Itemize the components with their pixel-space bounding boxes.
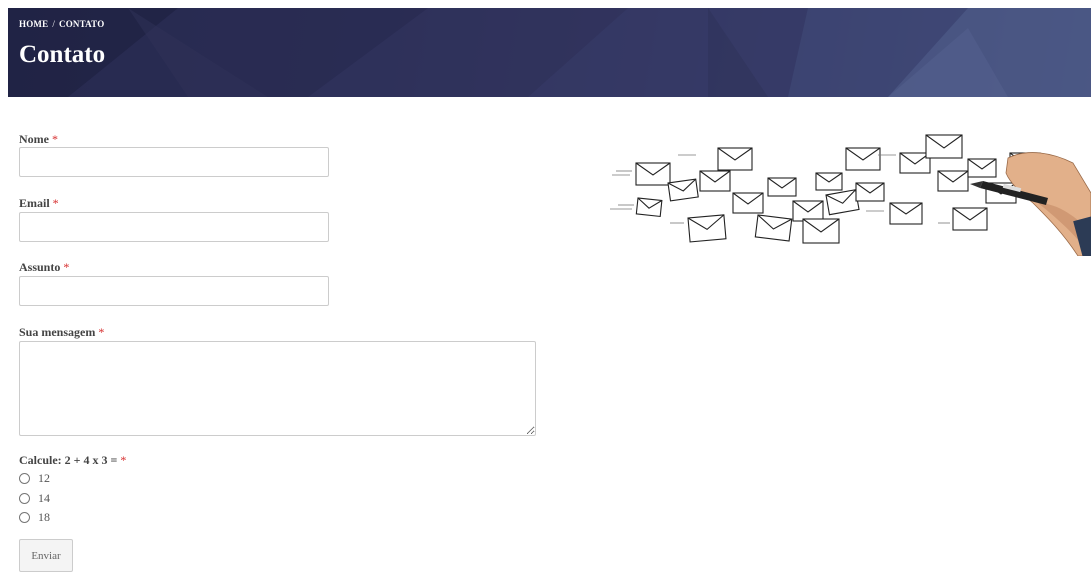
message-label: Sua mensagem *	[19, 325, 104, 340]
captcha-radio-12[interactable]	[19, 473, 30, 484]
required-mark: *	[52, 132, 58, 146]
envelope-group	[635, 134, 1041, 244]
email-label-text: Email	[19, 196, 50, 210]
page-title: Contato	[19, 41, 106, 68]
submit-button[interactable]: Enviar	[19, 539, 73, 572]
captcha-question: Calcule: 2 + 4 x 3 =	[19, 453, 118, 467]
subject-label-text: Assunto	[19, 260, 61, 274]
breadcrumb-separator: /	[52, 19, 56, 29]
message-label-text: Sua mensagem	[19, 325, 96, 339]
required-mark: *	[120, 453, 127, 467]
name-label: Nome *	[19, 132, 58, 147]
breadcrumb-home-link[interactable]: HOME	[19, 19, 48, 29]
breadcrumb-current: CONTATO	[59, 19, 105, 29]
message-textarea[interactable]	[19, 341, 536, 436]
email-input[interactable]	[19, 212, 329, 242]
contact-page: HOME / CONTATO Contato Nome * Email * Assunt…	[8, 8, 1091, 575]
name-label-text: Nome	[19, 132, 49, 146]
captcha-option-18[interactable]: 18	[19, 510, 50, 525]
page-header-banner: HOME / CONTATO Contato	[8, 8, 1091, 97]
captcha-radio-14[interactable]	[19, 493, 30, 504]
banner-background	[8, 8, 1091, 97]
email-label: Email *	[19, 196, 59, 211]
captcha-option-label: 14	[38, 491, 50, 505]
subject-label: Assunto *	[19, 260, 69, 275]
captcha-option-label: 12	[38, 471, 50, 485]
breadcrumb: HOME / CONTATO	[19, 19, 104, 29]
captcha-option-14[interactable]: 14	[19, 491, 50, 506]
captcha-option-label: 18	[38, 510, 50, 524]
captcha-radio-18[interactable]	[19, 512, 30, 523]
hand-drawing-envelopes-icon	[610, 134, 1091, 256]
required-mark: *	[98, 325, 105, 339]
captcha-label: Calcule: 2 + 4 x 3 = *	[19, 453, 126, 468]
subject-input[interactable]	[19, 276, 329, 306]
required-mark: *	[52, 196, 59, 210]
required-mark: *	[63, 260, 70, 274]
captcha-option-12[interactable]: 12	[19, 471, 50, 486]
name-input[interactable]	[19, 147, 329, 177]
